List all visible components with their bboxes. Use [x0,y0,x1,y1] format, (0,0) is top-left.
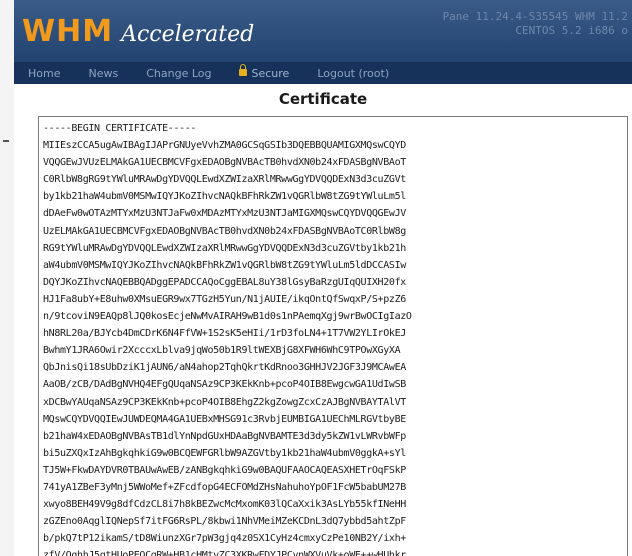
certificate-text: -----BEGIN CERTIFICATE----- MIIEszCCA5ug… [43,123,412,556]
whm-logo[interactable]: WHM Accelerated [22,14,254,49]
certificate-textarea[interactable]: -----BEGIN CERTIFICATE----- MIIEszCCA5ug… [38,116,628,556]
whm-app: WHM Accelerated Pane 11.24.4-S35545 WHM … [14,0,632,556]
nav-news[interactable]: News [74,67,132,80]
nav-secure-label: Secure [251,66,290,80]
server-info: Pane 11.24.4-S35545 WHM 11.2 CENTOS 5.2 … [443,10,628,38]
logo-sub-text: Accelerated [121,22,255,47]
edge-marker [3,140,9,142]
page-title: Certificate [278,90,368,108]
header-bar: WHM Accelerated Pane 11.24.4-S35545 WHM … [14,0,632,62]
server-info-line2: CENTOS 5.2 i686 o [515,24,628,37]
nav-logout[interactable]: Logout (root) [303,67,403,80]
lock-icon [239,63,248,76]
server-info-line1: Pane 11.24.4-S35545 WHM 11.2 [442,10,628,23]
nav-change-log[interactable]: Change Log [132,67,225,80]
window-edge [0,0,15,556]
logo-main-text: WHM [22,14,114,49]
nav-home[interactable]: Home [14,67,74,80]
nav-secure[interactable]: Secure [225,63,303,80]
top-nav: Home News Change Log Secure Logout (root… [14,62,632,84]
